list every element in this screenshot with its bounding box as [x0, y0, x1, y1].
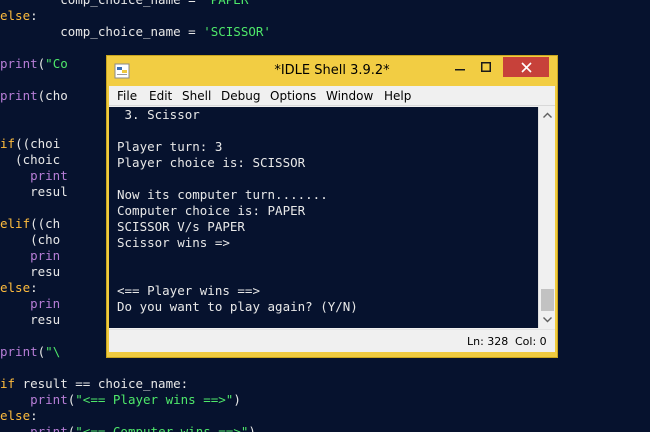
menu-help[interactable]: Help — [384, 88, 411, 104]
code-token: comp_choice_name = — [0, 24, 204, 39]
code-line: prin — [0, 248, 60, 264]
code-line: if((choi — [0, 136, 60, 152]
shell-line: Computer choice is: PAPER — [117, 203, 306, 218]
code-token: 'SCISSOR' — [203, 24, 271, 39]
code-line: (choic — [0, 152, 60, 168]
code-token: print — [30, 392, 68, 407]
code-line: elif((ch — [0, 216, 60, 232]
code-token: print — [30, 168, 68, 183]
menu-edit[interactable]: Edit — [149, 88, 172, 104]
maximize-icon — [481, 62, 491, 72]
code-token: prin — [30, 248, 61, 263]
code-line: resu — [0, 312, 60, 328]
shell-line: Now its computer turn....... — [117, 187, 328, 202]
code-token: ((choi — [15, 136, 61, 151]
maximize-button[interactable] — [473, 57, 499, 77]
scrollbar-thumb[interactable] — [541, 289, 554, 311]
shell-line: Player choice is: SCISSOR — [117, 155, 306, 170]
code-token: ) — [248, 424, 256, 432]
code-token: else — [0, 280, 31, 295]
code-line: print("Co — [0, 56, 68, 72]
minimize-icon — [455, 69, 465, 71]
minimize-button[interactable] — [447, 57, 473, 77]
code-token: "\ — [45, 344, 61, 359]
menu-bar: File Edit Shell Debug Options Window Hel… — [109, 86, 555, 106]
code-line: print(cho — [0, 88, 68, 104]
menu-options[interactable]: Options — [270, 88, 316, 104]
window-titlebar[interactable]: *IDLE Shell 3.9.2* — [107, 56, 557, 86]
code-token: : — [30, 408, 38, 423]
column-number-status: Col: 0 — [515, 335, 547, 348]
line-number-status: Ln: 328 — [467, 335, 509, 348]
code-token: (choic — [0, 152, 61, 167]
menu-file[interactable]: File — [117, 88, 137, 104]
code-token: (cho — [37, 88, 68, 103]
code-token: if — [0, 136, 16, 151]
code-line: comp_choice_name = 'SCISSOR' — [0, 24, 271, 40]
menu-window[interactable]: Window — [326, 88, 373, 104]
code-token: else — [0, 8, 31, 23]
shell-output-area[interactable]: 3. Scissor Player turn: 3 Player choice … — [109, 107, 538, 328]
code-line: prin — [0, 296, 60, 312]
code-line: else: — [0, 8, 38, 24]
code-line: (cho — [0, 232, 60, 248]
code-token: print — [0, 88, 38, 103]
code-token: else — [0, 408, 31, 423]
code-line: else: — [0, 280, 38, 296]
close-icon — [520, 61, 532, 73]
code-token: ((ch — [30, 216, 61, 231]
menu-shell[interactable]: Shell — [182, 88, 211, 104]
code-line: print — [0, 168, 68, 184]
code-token: "<== Player wins ==>" — [75, 392, 234, 407]
code-token: "Co — [45, 56, 68, 71]
code-token: elif — [0, 216, 31, 231]
shell-prompt-line[interactable]: Do you want to play again? (Y/N) — [117, 299, 358, 315]
code-line: resu — [0, 264, 60, 280]
shell-line: Player turn: 3 — [117, 139, 223, 154]
close-button[interactable] — [503, 57, 549, 77]
code-line: resul — [0, 184, 68, 200]
code-token: comp_choice_name = — [0, 0, 203, 7]
window-client-area: File Edit Shell Debug Options Window Hel… — [109, 86, 555, 352]
code-token: (cho — [0, 232, 61, 247]
code-line: print("<== Player wins ==>") — [0, 392, 241, 408]
code-token: : — [30, 8, 38, 23]
shell-line: SCISSOR V/s PAPER — [117, 219, 245, 234]
status-bar: Ln: 328 Col: 0 — [109, 329, 555, 352]
code-line: print("<== Computer wins ==>") — [0, 424, 256, 432]
shell-line: <== Player wins ==> — [117, 283, 260, 298]
vertical-scrollbar[interactable] — [538, 107, 555, 328]
idle-shell-window: *IDLE Shell 3.9.2* File Edit Shell Debug… — [106, 55, 558, 358]
code-token: prin — [30, 296, 61, 311]
scroll-up-arrow-icon[interactable] — [539, 107, 556, 124]
scroll-down-arrow-icon[interactable] — [539, 311, 556, 328]
code-token: resu — [0, 312, 61, 327]
code-token: result == choice_name: — [15, 376, 189, 391]
code-token: "<== Computer wins ==>" — [75, 424, 249, 432]
code-token: resu — [0, 264, 61, 279]
code-token: resul — [0, 184, 68, 199]
code-line: else: — [0, 408, 38, 424]
code-line: print("\ — [0, 344, 60, 360]
shell-line: 3. Scissor — [117, 107, 200, 122]
code-line: comp_choice_name = 'PAPER' — [0, 0, 256, 8]
menu-debug[interactable]: Debug — [221, 88, 260, 104]
code-token: print — [30, 424, 68, 432]
code-token: : — [30, 280, 38, 295]
code-token: ) — [233, 392, 241, 407]
code-token: print — [0, 344, 38, 359]
shell-line: Scissor wins => — [117, 235, 230, 250]
code-token: 'PAPER' — [203, 0, 256, 7]
code-line: if result == choice_name: — [0, 376, 188, 392]
code-token: print — [0, 56, 38, 71]
code-token: if — [0, 376, 16, 391]
